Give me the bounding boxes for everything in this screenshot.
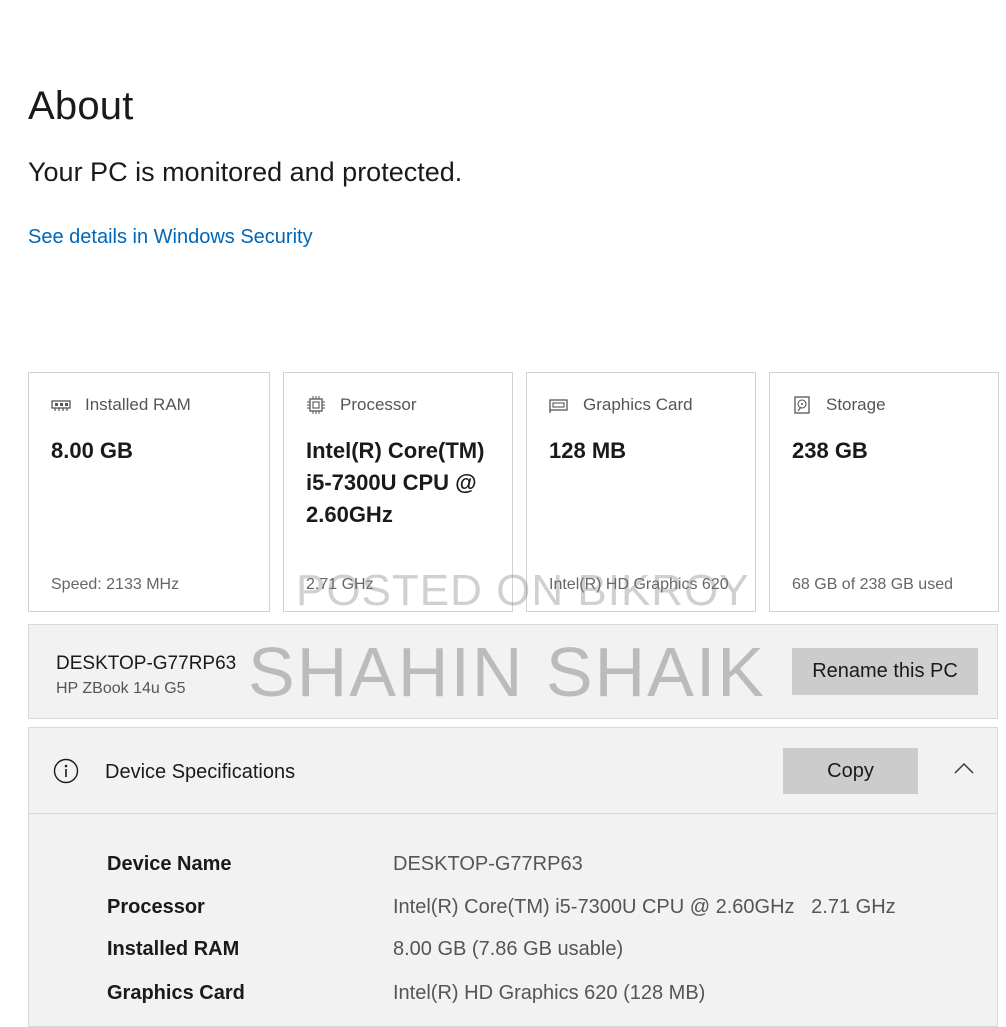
card-value: 128 MB xyxy=(549,438,627,463)
card-footer: 68 GB of 238 GB used xyxy=(792,576,953,593)
graphics-card-icon xyxy=(549,399,568,413)
spec-row: Processor Intel(R) Core(TM) i5-7300U CPU… xyxy=(107,896,977,926)
processor-card: Processor Intel(R) Core(TM) i5-7300U CPU… xyxy=(283,372,513,612)
windows-security-link[interactable]: See details in Windows Security xyxy=(28,226,313,249)
chevron-up-icon[interactable] xyxy=(953,761,975,775)
pc-name: DESKTOP-G77RP63 xyxy=(56,653,237,674)
spec-key: Processor xyxy=(107,896,205,918)
card-value: 238 GB xyxy=(792,438,868,463)
device-specifications-title: Device Specifications xyxy=(105,761,296,783)
spec-value: DESKTOP-G77RP63 xyxy=(393,853,583,875)
spec-key: Device Name xyxy=(107,853,232,875)
pc-model: HP ZBook 14u G5 xyxy=(56,680,186,697)
pc-name-panel: DESKTOP-G77RP63 HP ZBook 14u G5 Rename t… xyxy=(28,624,998,719)
card-value: Intel(R) Core(TM) i5-7300U CPU @ 2.60GHz xyxy=(306,438,485,527)
rename-pc-button[interactable]: Rename this PC xyxy=(792,648,978,695)
memory-icon xyxy=(51,400,71,411)
spec-value: Intel(R) Core(TM) i5-7300U CPU @ 2.60GHz… xyxy=(393,896,896,918)
spec-row: Graphics Card Intel(R) HD Graphics 620 (… xyxy=(107,982,977,1012)
processor-icon xyxy=(307,396,325,414)
device-specifications-header[interactable]: Device Specifications Copy xyxy=(29,728,997,814)
card-value: 8.00 GB xyxy=(51,438,133,463)
card-label: Installed RAM xyxy=(85,395,191,414)
card-label: Storage xyxy=(826,395,886,414)
storage-icon xyxy=(794,396,810,414)
card-label: Processor xyxy=(340,395,417,414)
spec-value: Intel(R) HD Graphics 620 (128 MB) xyxy=(393,982,706,1004)
storage-card: Storage 238 GB 68 GB of 238 GB used xyxy=(769,372,999,612)
spec-row: Installed RAM 8.00 GB (7.86 GB usable) xyxy=(107,938,977,968)
card-footer: Speed: 2133 MHz xyxy=(51,576,180,593)
card-footer: Intel(R) HD Graphics 620 xyxy=(549,576,729,593)
info-icon xyxy=(53,758,79,784)
spec-key: Installed RAM xyxy=(107,938,240,960)
device-specifications-panel: Device Specifications Copy Device Name D… xyxy=(28,727,998,1027)
card-label: Graphics Card xyxy=(583,395,693,414)
spec-value: 8.00 GB (7.86 GB usable) xyxy=(393,938,624,960)
page-title: About xyxy=(28,84,134,128)
spec-row: Device Name DESKTOP-G77RP63 xyxy=(107,853,977,883)
protection-status: Your PC is monitored and protected. xyxy=(28,157,463,187)
graphics-card-card: Graphics Card 128 MB Intel(R) HD Graphic… xyxy=(526,372,756,612)
ram-card: Installed RAM 8.00 GB Speed: 2133 MHz xyxy=(28,372,270,612)
copy-button[interactable]: Copy xyxy=(783,748,918,794)
spec-key: Graphics Card xyxy=(107,982,245,1004)
card-footer: 2.71 GHz xyxy=(306,576,374,593)
